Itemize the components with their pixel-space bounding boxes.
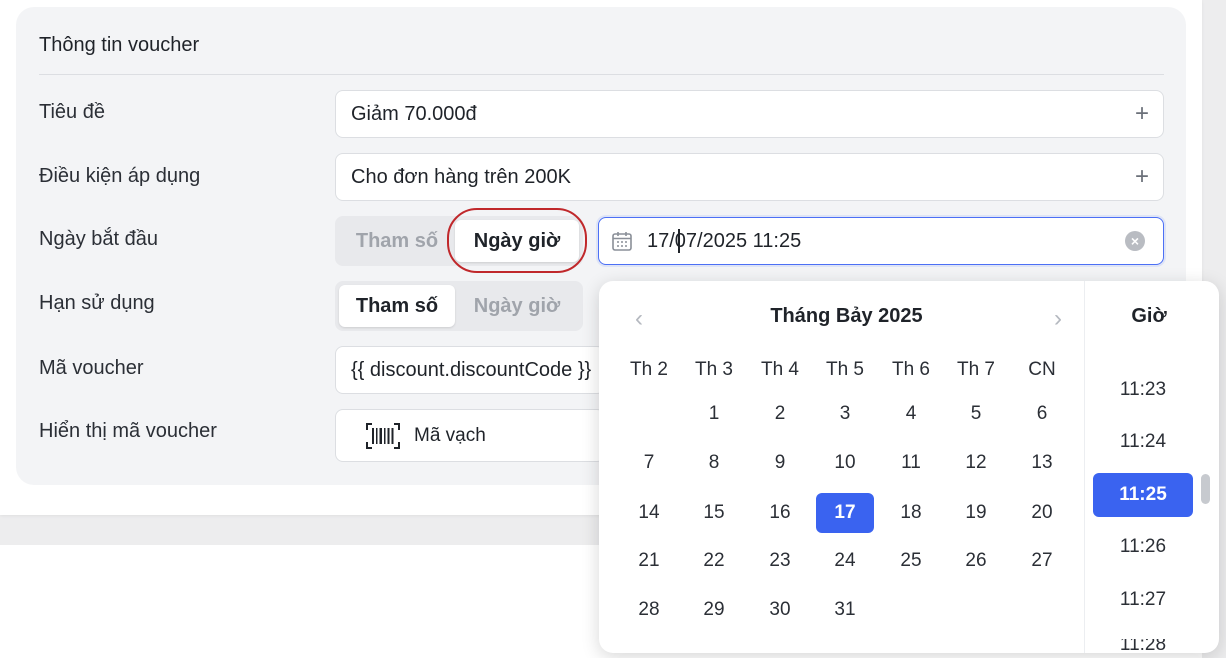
datetime-picker: ‹ Tháng Bảy 2025 › Giờ Th 2 Th 3 Th 4 Th 5T… xyxy=(599,281,1219,653)
calendar-day[interactable]: 7 xyxy=(620,443,678,483)
plus-icon[interactable]: + xyxy=(1135,102,1149,126)
code-label: Mã voucher xyxy=(39,357,144,379)
calendar-day[interactable]: 4 xyxy=(882,394,940,434)
calendar-day[interactable]: 13 xyxy=(1013,443,1071,483)
weekday-header: CN xyxy=(1028,359,1056,380)
calendar-day[interactable]: 5 xyxy=(947,394,1005,434)
weekday-header: Th 6 xyxy=(891,359,931,380)
section-divider xyxy=(39,74,1164,75)
calendar-day[interactable]: 22 xyxy=(685,541,743,581)
calendar-day[interactable]: 31 xyxy=(816,590,874,630)
month-title: Tháng Bảy 2025 xyxy=(770,305,923,327)
calendar-day[interactable]: 21 xyxy=(620,541,678,581)
calendar-day[interactable]: 14 xyxy=(620,493,678,533)
calendar-day[interactable]: 30 xyxy=(751,590,809,630)
chevron-right-icon[interactable]: › xyxy=(1054,305,1062,333)
calendar-day[interactable]: 20 xyxy=(1013,493,1071,533)
calendar-day[interactable]: 8 xyxy=(685,443,743,483)
hour-option[interactable]: 11:23 xyxy=(1093,368,1193,412)
expiry-mode-toggle: Tham số Ngày giờ xyxy=(335,281,583,331)
clear-icon[interactable]: × xyxy=(1125,231,1145,251)
calendar-day[interactable]: 2 xyxy=(751,394,809,434)
display-type-label: Mã vạch xyxy=(414,425,486,446)
start-date-input[interactable]: 17/07/2025 11:25 × xyxy=(598,217,1164,265)
display-label: Hiển thị mã voucher xyxy=(39,420,217,442)
calendar-day[interactable]: 19 xyxy=(947,493,1005,533)
condition-label: Điều kiện áp dụng xyxy=(39,165,201,187)
expiry-label: Hạn sử dụng xyxy=(39,292,155,314)
hour-option[interactable]: 11:26 xyxy=(1093,525,1193,569)
calendar-day[interactable]: 25 xyxy=(882,541,940,581)
calendar-day[interactable]: 24 xyxy=(816,541,874,581)
title-input[interactable]: Giảm 70.000đ + xyxy=(335,90,1164,138)
text-caret xyxy=(678,229,680,253)
start-param-tab[interactable]: Tham số xyxy=(339,220,455,262)
hour-column-title: Giờ xyxy=(1131,305,1167,327)
hour-option[interactable]: 11:28 xyxy=(1093,639,1193,651)
title-label: Tiêu đề xyxy=(39,101,105,123)
calendar-day[interactable]: 12 xyxy=(947,443,1005,483)
title-value: Giảm 70.000đ xyxy=(351,102,477,125)
expiry-datetime-tab[interactable]: Ngày giờ xyxy=(455,285,579,327)
selected-day[interactable]: 17 xyxy=(816,493,874,533)
condition-value: Cho đơn hàng trên 200K xyxy=(351,165,571,188)
calendar-day[interactable]: 23 xyxy=(751,541,809,581)
start-date-label: Ngày bắt đầu xyxy=(39,228,158,250)
condition-input[interactable]: Cho đơn hàng trên 200K + xyxy=(335,153,1164,201)
barcode-icon xyxy=(366,423,400,454)
calendar-day[interactable]: 15 xyxy=(685,493,743,533)
calendar-day[interactable]: 9 xyxy=(751,443,809,483)
hour-scrollbar[interactable] xyxy=(1201,474,1210,504)
calendar-icon xyxy=(611,230,633,257)
display-type-select[interactable]: Mã vạch xyxy=(335,409,605,462)
hour-option[interactable]: 11:27 xyxy=(1093,578,1193,622)
calendar-day[interactable]: 29 xyxy=(685,590,743,630)
expiry-param-tab[interactable]: Tham số xyxy=(339,285,455,327)
weekday-header: Th 2 xyxy=(629,359,669,380)
weekday-header: Th 5 xyxy=(825,359,865,380)
code-value: {{ discount.discountCode }} xyxy=(351,358,592,381)
weekday-header: Th 3 xyxy=(694,359,734,380)
calendar-day[interactable]: 27 xyxy=(1013,541,1071,581)
plus-icon[interactable]: + xyxy=(1135,165,1149,189)
calendar-day[interactable]: 1 xyxy=(685,394,743,434)
calendar-day[interactable]: 3 xyxy=(816,394,874,434)
highlight-annotation xyxy=(447,208,587,273)
calendar-day[interactable]: 10 xyxy=(816,443,874,483)
hour-option[interactable]: 11:24 xyxy=(1093,420,1193,464)
calendar-day[interactable]: 28 xyxy=(620,590,678,630)
picker-divider xyxy=(1084,281,1085,653)
calendar-day[interactable]: 6 xyxy=(1013,394,1071,434)
calendar-day[interactable]: 26 xyxy=(947,541,1005,581)
weekday-header: Th 4 xyxy=(760,359,800,380)
calendar-day[interactable]: 11 xyxy=(882,443,940,483)
section-title: Thông tin voucher xyxy=(39,34,200,56)
weekday-header: Th 7 xyxy=(956,359,996,380)
selected-hour[interactable]: 11:25 xyxy=(1093,473,1193,517)
calendar-day[interactable]: 18 xyxy=(882,493,940,533)
start-date-value: 17/07/2025 11:25 xyxy=(647,230,802,252)
calendar-day[interactable]: 16 xyxy=(751,493,809,533)
code-input[interactable]: {{ discount.discountCode }} xyxy=(335,346,605,394)
